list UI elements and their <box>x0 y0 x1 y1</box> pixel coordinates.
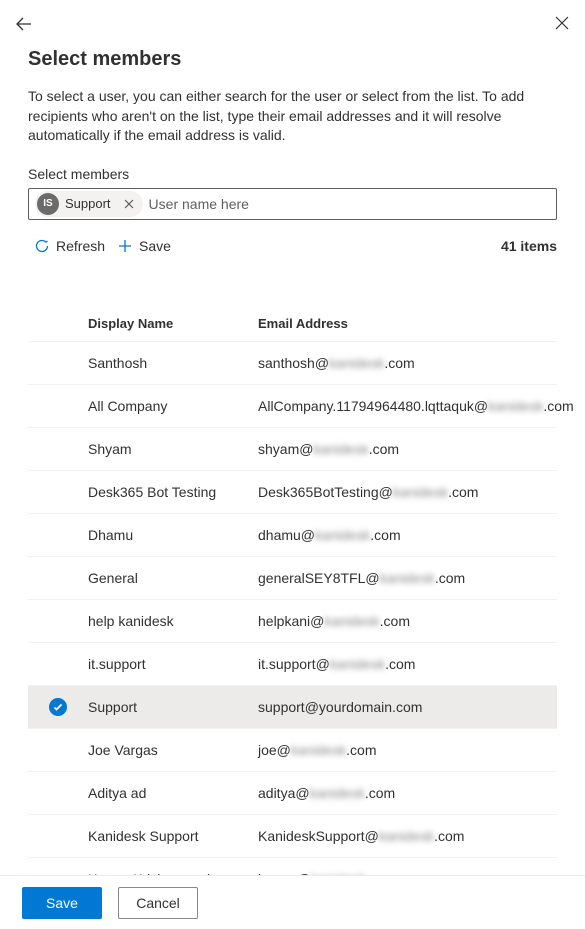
chip-label: Support <box>65 196 113 211</box>
refresh-button[interactable]: Refresh <box>28 234 111 258</box>
item-count: 41 items <box>501 238 557 254</box>
row-display-name: Support <box>88 699 258 715</box>
row-email: joe@kanidesk.com <box>258 742 557 758</box>
refresh-icon <box>34 238 50 254</box>
row-email: Desk365BotTesting@kanidesk.com <box>258 484 557 500</box>
members-table: Display Name Email Address Santhoshsanth… <box>28 306 557 900</box>
row-email: support@yourdomain.com <box>258 699 557 715</box>
table-row[interactable]: Santhoshsanthosh@kanidesk.com <box>28 341 557 384</box>
table-row[interactable]: it.supportit.support@kanidesk.com <box>28 642 557 685</box>
footer-cancel-button[interactable]: Cancel <box>118 887 198 919</box>
row-display-name: Shyam <box>88 441 258 457</box>
selected-chip[interactable]: IS Support <box>35 191 143 217</box>
check-icon <box>49 698 67 716</box>
footer-save-button[interactable]: Save <box>22 887 102 919</box>
close-icon[interactable] <box>555 16 569 32</box>
table-row[interactable]: All CompanyAllCompany.11794964480.lqttaq… <box>28 384 557 427</box>
table-row[interactable]: Joe Vargasjoe@kanidesk.com <box>28 728 557 771</box>
table-row[interactable]: help kanideskhelpkani@kanidesk.com <box>28 599 557 642</box>
chip-remove-icon[interactable] <box>119 194 139 214</box>
row-email: helpkani@kanidesk.com <box>258 613 557 629</box>
row-display-name: Desk365 Bot Testing <box>88 484 258 500</box>
row-email: dhamu@kanidesk.com <box>258 527 557 543</box>
table-row[interactable]: GeneralgeneralSEY8TFL@kanidesk.com <box>28 556 557 599</box>
table-row[interactable]: Desk365 Bot TestingDesk365BotTesting@kan… <box>28 470 557 513</box>
page-description: To select a user, you can either search … <box>28 87 557 146</box>
row-display-name: Joe Vargas <box>88 742 258 758</box>
search-input[interactable] <box>149 196 550 212</box>
row-display-name: General <box>88 570 258 586</box>
row-display-name: Santhosh <box>88 355 258 371</box>
row-email: AllCompany.11794964480.lqttaquk@kanidesk… <box>258 398 574 414</box>
refresh-label: Refresh <box>56 238 105 254</box>
save-button[interactable]: Save <box>111 234 177 258</box>
member-picker[interactable]: IS Support <box>28 188 557 220</box>
row-email: generalSEY8TFL@kanidesk.com <box>258 570 557 586</box>
row-email: santhosh@kanidesk.com <box>258 355 557 371</box>
avatar: IS <box>37 193 59 215</box>
back-icon[interactable] <box>16 16 32 32</box>
row-display-name: Dhamu <box>88 527 258 543</box>
column-header-email[interactable]: Email Address <box>258 316 557 331</box>
row-display-name: it.support <box>88 656 258 672</box>
row-display-name: Kanidesk Support <box>88 828 258 844</box>
picker-label: Select members <box>28 166 557 182</box>
table-row[interactable]: Aditya adaditya@kanidesk.com <box>28 771 557 814</box>
row-display-name: Aditya ad <box>88 785 258 801</box>
column-header-name[interactable]: Display Name <box>88 316 258 331</box>
row-email: KanideskSupport@kanidesk.com <box>258 828 557 844</box>
row-display-name: All Company <box>88 398 258 414</box>
table-row[interactable]: Shyamshyam@kanidesk.com <box>28 427 557 470</box>
row-email: shyam@kanidesk.com <box>258 441 557 457</box>
save-label: Save <box>139 238 171 254</box>
page-title: Select members <box>28 48 557 71</box>
footer: Save Cancel <box>0 875 585 929</box>
row-email: it.support@kanidesk.com <box>258 656 557 672</box>
row-display-name: help kanidesk <box>88 613 258 629</box>
table-row[interactable]: Dhamudhamu@kanidesk.com <box>28 513 557 556</box>
plus-icon <box>117 238 133 254</box>
table-row[interactable]: Kanidesk SupportKanideskSupport@kanidesk… <box>28 814 557 857</box>
table-row[interactable]: Supportsupport@yourdomain.com <box>28 685 557 728</box>
row-email: aditya@kanidesk.com <box>258 785 557 801</box>
